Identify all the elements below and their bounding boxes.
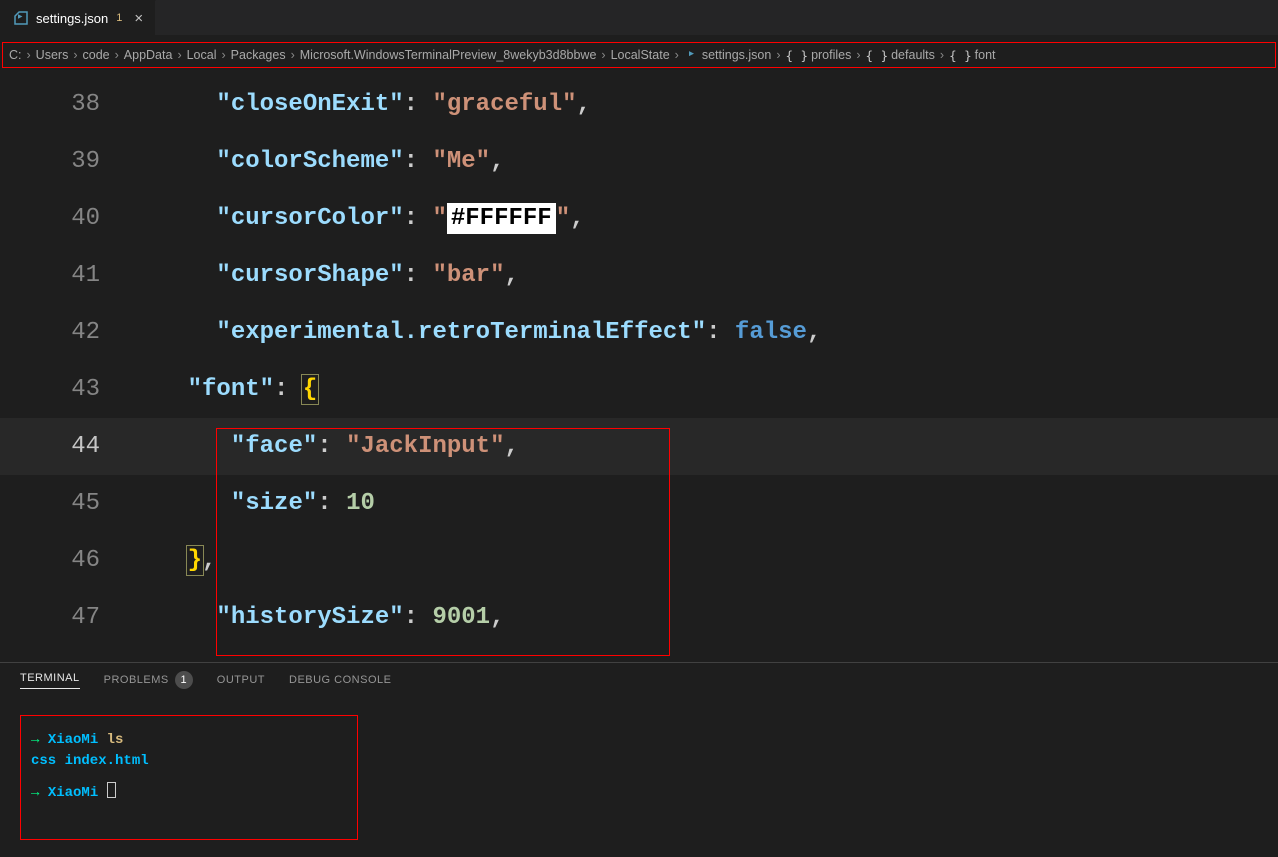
color-swatch: #FFFFFF [447,203,556,234]
terminal-line: → XiaoMi ls [31,730,347,751]
editor[interactable]: 38 "closeOnExit": "graceful", 39 "colorS… [0,68,1278,646]
tab-modified: 1 [116,12,122,24]
terminal[interactable]: → XiaoMi ls css index.html → XiaoMi [20,715,358,840]
breadcrumb-item[interactable]: code [83,48,110,62]
json-file-icon [684,48,699,63]
tab-debug-console[interactable]: DEBUG CONSOLE [289,671,391,689]
chevron-right-icon: › [73,48,77,62]
chevron-right-icon: › [776,48,780,62]
line-number: 39 [0,148,130,175]
chevron-right-icon: › [222,48,226,62]
tab-terminal[interactable]: TERMINAL [20,671,80,689]
breadcrumb-symbol[interactable]: defaults [891,48,935,62]
breadcrumb-file[interactable]: settings.json [702,48,771,62]
tab-output[interactable]: OUTPUT [217,671,265,689]
code-line[interactable]: 43 "font": { [0,361,1278,418]
code-line[interactable]: 46 }, [0,532,1278,589]
chevron-right-icon: › [675,48,679,62]
chevron-right-icon: › [856,48,860,62]
chevron-right-icon: › [115,48,119,62]
line-number: 38 [0,91,130,118]
breadcrumb-item[interactable]: Users [36,48,69,62]
code-line[interactable]: 39 "colorScheme": "Me", [0,133,1278,190]
breadcrumb-symbol[interactable]: font [975,48,996,62]
line-number: 47 [0,604,130,631]
problems-badge: 1 [175,671,193,689]
terminal-line: → XiaoMi [31,782,347,804]
terminal-output: css index.html [31,751,347,772]
json-file-icon [12,9,30,27]
code-line[interactable]: 38 "closeOnExit": "graceful", [0,76,1278,133]
breadcrumb-item[interactable]: Microsoft.WindowsTerminalPreview_8wekyb3… [300,48,597,62]
panel-tabs: TERMINAL PROBLEMS 1 OUTPUT DEBUG CONSOLE [0,663,1278,697]
line-number: 45 [0,490,130,517]
close-icon[interactable]: × [134,10,143,27]
line-number: 40 [0,205,130,232]
breadcrumb-item[interactable]: Local [187,48,217,62]
chevron-right-icon: › [27,48,31,62]
line-number: 44 [0,433,130,460]
line-number: 46 [0,547,130,574]
breadcrumb-symbol[interactable]: profiles [811,48,851,62]
breadcrumb-item[interactable]: Packages [231,48,286,62]
code-line[interactable]: 40 "cursorColor": "#FFFFFF", [0,190,1278,247]
breadcrumb-item[interactable]: C: [9,48,22,62]
line-number: 42 [0,319,130,346]
tab-filename: settings.json [36,11,108,26]
chevron-right-icon: › [291,48,295,62]
breadcrumb-item[interactable]: AppData [124,48,173,62]
brace-icon: { } [785,48,808,63]
tab-bar: settings.json 1 × [0,0,1278,35]
chevron-right-icon: › [940,48,944,62]
code-line[interactable]: 44 "face": "JackInput", [0,418,1278,475]
code-line[interactable]: 45 "size": 10 [0,475,1278,532]
chevron-right-icon: › [601,48,605,62]
brace-icon: { } [949,48,972,63]
code-line[interactable]: 47 "historySize": 9001, [0,589,1278,646]
cursor [107,782,116,798]
line-number: 43 [0,376,130,403]
breadcrumb: C: › Users › code › AppData › Local › Package… [2,42,1276,68]
bottom-panel: TERMINAL PROBLEMS 1 OUTPUT DEBUG CONSOLE… [0,662,1278,857]
chevron-right-icon: › [177,48,181,62]
code-line[interactable]: 42 "experimental.retroTerminalEffect": f… [0,304,1278,361]
file-tab[interactable]: settings.json 1 × [0,0,156,35]
tab-problems[interactable]: PROBLEMS 1 [104,671,193,689]
code-line[interactable]: 41 "cursorShape": "bar", [0,247,1278,304]
line-number: 41 [0,262,130,289]
brace-icon: { } [866,48,889,63]
breadcrumb-item[interactable]: LocalState [611,48,670,62]
